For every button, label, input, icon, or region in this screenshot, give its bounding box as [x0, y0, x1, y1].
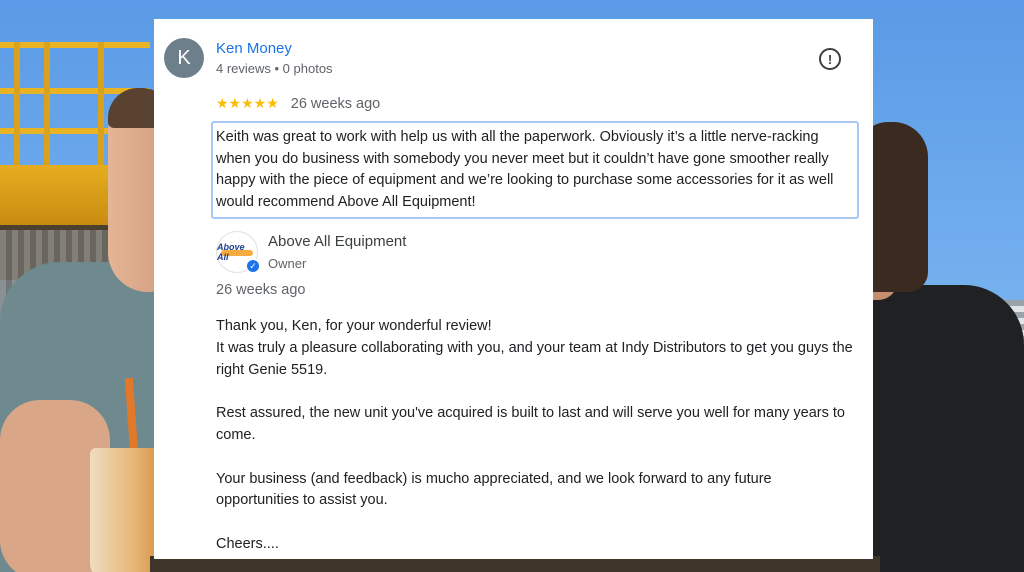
reply-paragraph: Rest assured, the new unit you've acquir…	[216, 405, 845, 443]
lift-post	[44, 42, 50, 172]
reviewer-info: Ken Money 4 reviews • 0 photos	[216, 39, 333, 78]
lift-post	[98, 42, 104, 172]
reviewer-meta: 4 reviews • 0 photos	[216, 60, 333, 76]
review-date: 26 weeks ago	[290, 95, 381, 112]
owner-role: Owner	[268, 256, 307, 271]
reply-line: It was truly a pleasure collaborating wi…	[216, 339, 853, 378]
lift-rail	[0, 42, 150, 48]
owner-header: Above All ✓ Above All Equipment Owner	[216, 231, 406, 273]
review-text[interactable]: Keith was great to work with help us wit…	[211, 121, 859, 219]
reviewer-avatar[interactable]: K	[164, 38, 204, 78]
reply-paragraph: Cheers....	[216, 535, 279, 552]
owner-reply-text: Thank you, Ken, for your wonderful revie…	[216, 316, 856, 556]
reply-line: Thank you, Ken, for your wonderful revie…	[216, 318, 492, 334]
reply-paragraph: Thank you, Ken, for your wonderful revie…	[216, 316, 856, 381]
reviewer-name-link[interactable]: Ken Money	[216, 39, 333, 59]
avatar-initial: K	[177, 46, 191, 69]
reviewer-header: K Ken Money 4 reviews • 0 photos	[164, 38, 333, 78]
report-flag-button[interactable]: !	[819, 48, 841, 70]
verified-check-icon: ✓	[246, 259, 260, 273]
rating-row: ★★★★★ 26 weeks ago	[216, 95, 380, 112]
reply-date: 26 weeks ago	[216, 282, 306, 298]
exclamation-icon: !	[827, 51, 833, 67]
reply-paragraph: Your business (and feedback) is mucho ap…	[216, 470, 772, 509]
owner-info: Above All Equipment Owner	[268, 232, 406, 273]
lift-post	[14, 42, 20, 172]
owner-logo[interactable]: Above All ✓	[216, 231, 260, 273]
review-card: K Ken Money 4 reviews • 0 photos ! ★★★★★…	[154, 19, 873, 559]
star-rating-icon: ★★★★★	[216, 95, 279, 111]
drink-cup	[90, 448, 160, 572]
person-right	[858, 285, 1024, 572]
owner-name: Above All Equipment	[268, 233, 407, 250]
